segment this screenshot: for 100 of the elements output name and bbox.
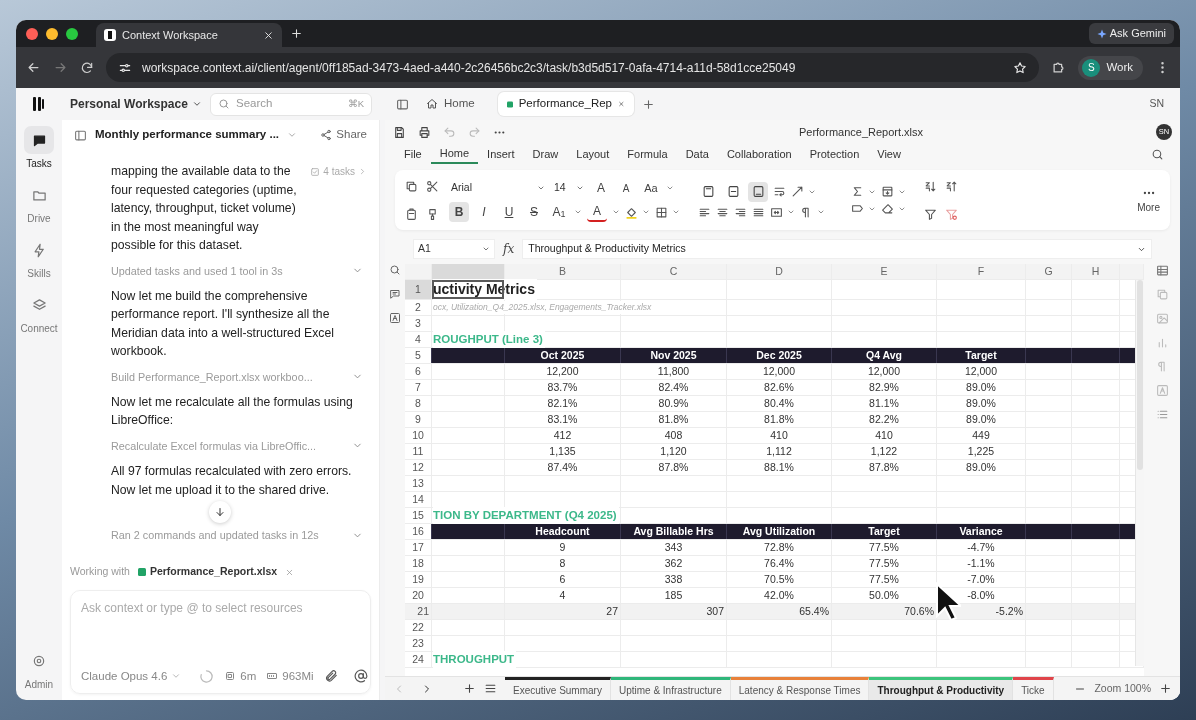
- row-number[interactable]: 24: [405, 652, 432, 667]
- menu-tab[interactable]: Insert: [478, 144, 524, 164]
- insert-icon[interactable]: [881, 185, 894, 198]
- maximize-button[interactable]: [66, 27, 78, 40]
- sum-icon[interactable]: [851, 185, 864, 198]
- menu-tab[interactable]: Draw: [523, 144, 568, 164]
- font-size-tool[interactable]: A: [591, 178, 611, 198]
- forward-icon[interactable]: [53, 60, 68, 75]
- app-tab[interactable]: Performance_Rep: [497, 92, 634, 116]
- panel-toggle-icon[interactable]: [396, 97, 409, 111]
- row-number[interactable]: 20: [405, 588, 432, 603]
- sheet-tab[interactable]: Ticke: [1013, 677, 1054, 700]
- menu-tab[interactable]: File: [395, 144, 431, 164]
- menu-tab[interactable]: Data: [676, 144, 718, 164]
- search-icon[interactable]: [1151, 148, 1164, 162]
- font-size-select[interactable]: 14: [552, 178, 586, 198]
- format-button[interactable]: S: [524, 202, 544, 222]
- share-button[interactable]: Share: [320, 126, 367, 144]
- format-button[interactable]: B: [449, 202, 469, 222]
- menu-tab[interactable]: Layout: [567, 144, 619, 164]
- format-button[interactable]: I: [474, 202, 494, 222]
- row-number[interactable]: 8: [405, 396, 432, 411]
- wrap-text-icon[interactable]: [773, 185, 786, 198]
- sheet-tab[interactable]: Executive Summary: [505, 677, 611, 700]
- add-sheet-icon[interactable]: [463, 682, 476, 695]
- row-number[interactable]: 21: [405, 604, 432, 619]
- attach-icon[interactable]: [323, 669, 338, 684]
- sort-ascending-icon[interactable]: [924, 179, 937, 193]
- workspace-switcher[interactable]: Personal Workspace: [70, 95, 202, 113]
- row-number[interactable]: 3: [405, 316, 432, 331]
- sort-descending-icon[interactable]: [945, 179, 958, 193]
- eraser-icon[interactable]: [881, 202, 894, 215]
- row-number[interactable]: 10: [405, 428, 432, 443]
- conversation-title[interactable]: Monthly performance summary ...: [95, 126, 280, 144]
- back-icon[interactable]: [26, 60, 41, 75]
- vertical-align-button[interactable]: [748, 181, 768, 202]
- sheet-tab[interactable]: Latency & Response Times: [730, 677, 870, 700]
- bookmark-star-icon[interactable]: [1013, 60, 1028, 75]
- rail-item[interactable]: Skills: [24, 236, 54, 281]
- format-button[interactable]: U: [499, 202, 519, 222]
- column-header[interactable]: C: [621, 264, 727, 279]
- ask-assistant-button[interactable]: Ask Gemini: [1089, 23, 1174, 44]
- row-number[interactable]: 14: [405, 492, 432, 507]
- minimize-button[interactable]: [46, 27, 58, 40]
- rail-item[interactable]: Drive: [24, 181, 54, 226]
- rail-item[interactable]: Connect: [20, 291, 58, 336]
- vertical-scrollbar[interactable]: [1135, 280, 1144, 666]
- borders-icon[interactable]: [655, 205, 668, 219]
- address-bar[interactable]: workspace.context.ai/client/agent/0ff185ad-3473-4aed-a440-2c26456bc2c3/task/b3d5d517-0afa-4714-a11d-58d1cce25049: [106, 53, 1040, 82]
- row-number[interactable]: 9: [405, 412, 432, 427]
- scroll-down-button[interactable]: [209, 501, 231, 524]
- dropdown-caret-icon[interactable]: [787, 208, 795, 216]
- mention-icon[interactable]: [353, 669, 368, 684]
- row-number[interactable]: 18: [405, 556, 432, 571]
- column-header[interactable]: E: [832, 264, 937, 279]
- search-icon[interactable]: [389, 264, 401, 276]
- row-number[interactable]: 7: [405, 380, 432, 395]
- menu-tab[interactable]: Formula: [618, 144, 677, 164]
- sheet-tab[interactable]: Throughput & Productivity: [869, 677, 1014, 700]
- close-icon[interactable]: [263, 29, 274, 41]
- font-size-tool[interactable]: A: [616, 178, 636, 198]
- menu-tab[interactable]: Home: [430, 144, 479, 164]
- dropdown-caret-icon[interactable]: [612, 208, 620, 216]
- save-icon[interactable]: [393, 125, 406, 139]
- rail-item[interactable]: Admin: [24, 647, 54, 692]
- more-button[interactable]: More: [1137, 185, 1160, 215]
- model-selector[interactable]: Claude Opus 4.6: [81, 667, 182, 685]
- dropdown-caret-icon[interactable]: [817, 208, 825, 216]
- sheet-tab[interactable]: Uptime & Infrastructure: [610, 677, 731, 700]
- row-number[interactable]: 16: [405, 524, 432, 539]
- filter-icon[interactable]: [924, 207, 937, 221]
- format-button[interactable]: A$_{1}$: [549, 202, 569, 222]
- list-icon[interactable]: [1155, 408, 1169, 421]
- row-number[interactable]: 12: [405, 460, 432, 475]
- row-number[interactable]: 11: [405, 444, 432, 459]
- app-tab[interactable]: Home: [417, 92, 484, 116]
- print-icon[interactable]: [418, 125, 431, 139]
- row-number[interactable]: 2: [405, 300, 432, 315]
- format-painter-icon[interactable]: [426, 207, 439, 221]
- font-family-select[interactable]: Arial: [449, 178, 547, 198]
- file-chip[interactable]: Performance_Report.xlsx: [137, 564, 278, 580]
- add-tab-icon[interactable]: [641, 97, 655, 111]
- row-number[interactable]: 1: [405, 280, 432, 299]
- row-number[interactable]: 19: [405, 572, 432, 587]
- row-number[interactable]: 15: [405, 508, 432, 523]
- fill-color-icon[interactable]: [625, 205, 638, 219]
- column-header[interactable]: H: [1072, 264, 1120, 279]
- column-header[interactable]: D: [727, 264, 832, 279]
- dropdown-caret-icon[interactable]: [672, 208, 680, 216]
- app-logo-icon[interactable]: [31, 96, 47, 112]
- panel-toggle-icon[interactable]: [74, 128, 87, 142]
- dropdown-caret-icon[interactable]: [666, 184, 674, 192]
- sheet-list-icon[interactable]: [484, 682, 497, 695]
- message-input[interactable]: Ask context or type @ to select resources Claude Opus 4.6 6m 963Mi: [70, 590, 371, 694]
- paste-icon[interactable]: [405, 207, 418, 221]
- reload-icon[interactable]: [80, 60, 94, 75]
- format-button[interactable]: A: [587, 202, 607, 222]
- dropdown-caret-icon[interactable]: [642, 208, 650, 216]
- name-box[interactable]: A1: [413, 239, 495, 259]
- row-number[interactable]: 22: [405, 620, 432, 635]
